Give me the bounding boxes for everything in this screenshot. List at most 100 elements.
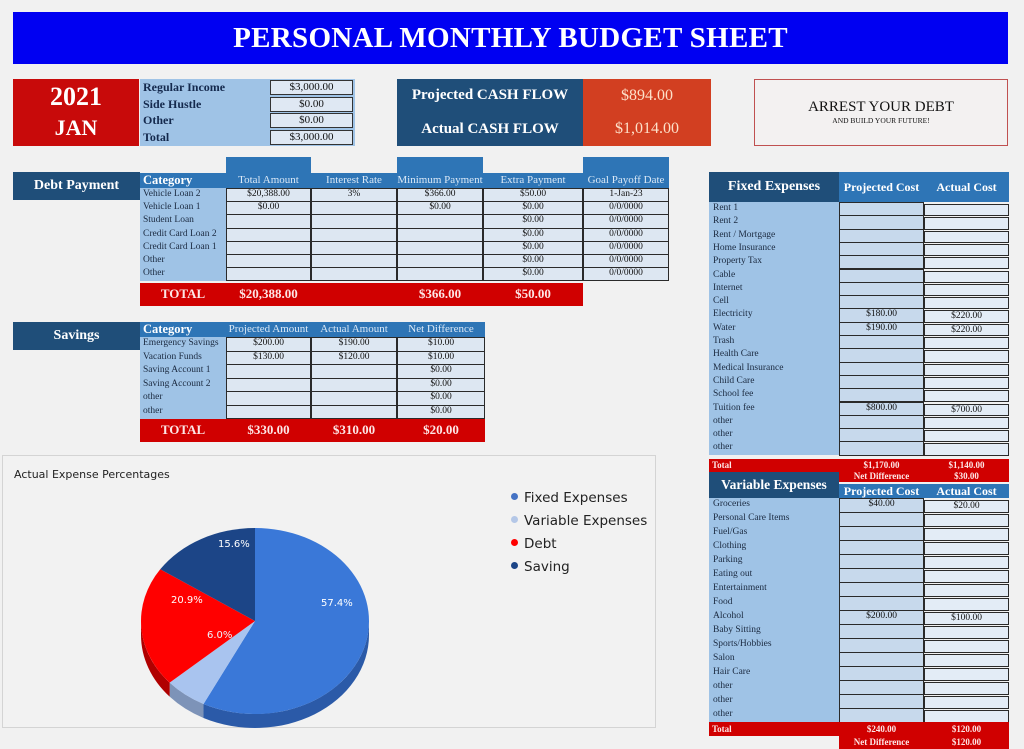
variable-cell-actual[interactable] bbox=[924, 682, 1009, 695]
savings-cell-actual[interactable] bbox=[311, 377, 397, 392]
fixed-cell-projected[interactable] bbox=[839, 374, 924, 390]
savings-cell-net[interactable]: $10.00 bbox=[397, 350, 485, 365]
debt-cell-extra[interactable]: $0.00 bbox=[483, 214, 583, 229]
fixed-cell-actual[interactable] bbox=[924, 350, 1009, 363]
fixed-cell-actual[interactable] bbox=[924, 283, 1009, 297]
savings-cell-net[interactable]: $10.00 bbox=[397, 337, 485, 352]
fixed-cell-actual[interactable] bbox=[924, 270, 1009, 283]
fixed-cell-actual[interactable] bbox=[924, 257, 1009, 270]
savings-cell-actual[interactable]: $190.00 bbox=[311, 337, 397, 352]
debt-cell-total[interactable] bbox=[226, 214, 311, 229]
debt-cell-total[interactable]: $20,388.00 bbox=[226, 188, 311, 203]
fixed-cell-actual[interactable] bbox=[924, 243, 1009, 257]
debt-cell-extra[interactable]: $50.00 bbox=[483, 188, 583, 203]
income-value[interactable]: $3,000.00 bbox=[270, 80, 353, 95]
variable-cell-projected[interactable] bbox=[839, 568, 924, 583]
variable-cell-actual[interactable] bbox=[924, 654, 1009, 667]
debt-cell-minimum[interactable] bbox=[397, 240, 483, 255]
variable-cell-actual[interactable] bbox=[924, 570, 1009, 583]
fixed-cell-projected[interactable]: $800.00 bbox=[839, 401, 924, 416]
savings-cell-actual[interactable] bbox=[311, 364, 397, 379]
variable-cell-projected[interactable] bbox=[839, 554, 924, 569]
fixed-cell-projected[interactable] bbox=[839, 281, 924, 297]
variable-cell-actual[interactable] bbox=[924, 598, 1009, 611]
savings-cell-net[interactable]: $0.00 bbox=[397, 404, 485, 419]
income-value[interactable]: $0.00 bbox=[270, 96, 353, 112]
debt-cell-goal[interactable]: 1-Jan-23 bbox=[583, 188, 669, 203]
fixed-cell-projected[interactable]: $180.00 bbox=[839, 308, 924, 323]
fixed-cell-actual[interactable] bbox=[924, 430, 1009, 443]
fixed-cell-actual[interactable] bbox=[924, 337, 1009, 350]
variable-cell-projected[interactable] bbox=[839, 582, 924, 597]
debt-cell-goal[interactable]: 0/0/0000 bbox=[583, 227, 669, 242]
variable-cell-projected[interactable] bbox=[839, 638, 924, 653]
fixed-cell-projected[interactable] bbox=[839, 268, 924, 283]
debt-cell-minimum[interactable]: $0.00 bbox=[397, 201, 483, 216]
fixed-cell-actual[interactable] bbox=[924, 376, 1009, 390]
debt-cell-minimum[interactable]: $366.00 bbox=[397, 188, 483, 203]
fixed-cell-projected[interactable] bbox=[839, 388, 924, 403]
fixed-cell-projected[interactable] bbox=[839, 335, 924, 350]
fixed-cell-projected[interactable] bbox=[839, 228, 924, 243]
variable-cell-actual[interactable] bbox=[924, 640, 1009, 653]
fixed-cell-actual[interactable]: $700.00 bbox=[924, 403, 1009, 416]
variable-cell-actual[interactable] bbox=[924, 584, 1009, 597]
variable-cell-actual[interactable] bbox=[924, 668, 1009, 681]
debt-cell-rate[interactable] bbox=[311, 240, 397, 255]
debt-cell-extra[interactable]: $0.00 bbox=[483, 227, 583, 242]
variable-cell-actual[interactable]: $100.00 bbox=[924, 612, 1009, 625]
debt-cell-extra[interactable]: $0.00 bbox=[483, 240, 583, 255]
fixed-cell-projected[interactable] bbox=[839, 202, 924, 217]
fixed-cell-actual[interactable]: $220.00 bbox=[924, 310, 1009, 323]
fixed-cell-projected[interactable] bbox=[839, 414, 924, 430]
variable-cell-projected[interactable] bbox=[839, 694, 924, 709]
savings-cell-actual[interactable] bbox=[311, 404, 397, 419]
fixed-cell-actual[interactable] bbox=[924, 443, 1009, 456]
debt-cell-total[interactable] bbox=[226, 227, 311, 242]
debt-cell-minimum[interactable] bbox=[397, 214, 483, 229]
fixed-cell-projected[interactable] bbox=[839, 241, 924, 257]
savings-cell-net[interactable]: $0.00 bbox=[397, 377, 485, 392]
variable-cell-projected[interactable] bbox=[839, 666, 924, 681]
debt-cell-minimum[interactable] bbox=[397, 267, 483, 282]
savings-cell-projected[interactable] bbox=[226, 391, 311, 406]
savings-cell-net[interactable]: $0.00 bbox=[397, 391, 485, 406]
variable-cell-projected[interactable] bbox=[839, 512, 924, 527]
variable-cell-projected[interactable] bbox=[839, 708, 924, 723]
fixed-cell-actual[interactable] bbox=[924, 416, 1009, 430]
fixed-cell-actual[interactable] bbox=[924, 230, 1009, 243]
variable-cell-projected[interactable] bbox=[839, 652, 924, 667]
variable-cell-projected[interactable] bbox=[839, 680, 924, 695]
variable-cell-actual[interactable] bbox=[924, 626, 1009, 639]
debt-cell-goal[interactable]: 0/0/0000 bbox=[583, 240, 669, 255]
fixed-cell-projected[interactable] bbox=[839, 428, 924, 443]
debt-cell-minimum[interactable] bbox=[397, 227, 483, 242]
debt-cell-goal[interactable]: 0/0/0000 bbox=[583, 267, 669, 282]
savings-cell-projected[interactable] bbox=[226, 364, 311, 379]
debt-cell-rate[interactable] bbox=[311, 227, 397, 242]
savings-cell-actual[interactable]: $120.00 bbox=[311, 350, 397, 365]
debt-cell-goal[interactable]: 0/0/0000 bbox=[583, 254, 669, 269]
fixed-cell-projected[interactable] bbox=[839, 361, 924, 376]
savings-cell-projected[interactable] bbox=[226, 377, 311, 392]
variable-cell-actual[interactable] bbox=[924, 528, 1009, 541]
variable-cell-actual[interactable] bbox=[924, 514, 1009, 527]
debt-cell-rate[interactable]: 3% bbox=[311, 188, 397, 203]
fixed-cell-actual[interactable] bbox=[924, 390, 1009, 403]
variable-cell-actual[interactable] bbox=[924, 556, 1009, 569]
variable-cell-actual[interactable] bbox=[924, 696, 1009, 709]
savings-cell-net[interactable]: $0.00 bbox=[397, 364, 485, 379]
fixed-cell-projected[interactable] bbox=[839, 295, 924, 310]
fixed-cell-actual[interactable] bbox=[924, 217, 1009, 230]
variable-cell-projected[interactable] bbox=[839, 540, 924, 555]
savings-cell-actual[interactable] bbox=[311, 391, 397, 406]
debt-cell-total[interactable] bbox=[226, 267, 311, 282]
debt-cell-minimum[interactable] bbox=[397, 254, 483, 269]
variable-cell-projected[interactable] bbox=[839, 526, 924, 541]
debt-cell-rate[interactable] bbox=[311, 201, 397, 216]
fixed-cell-actual[interactable]: $220.00 bbox=[924, 323, 1009, 336]
debt-cell-rate[interactable] bbox=[311, 254, 397, 269]
debt-cell-goal[interactable]: 0/0/0000 bbox=[583, 201, 669, 216]
savings-cell-projected[interactable]: $200.00 bbox=[226, 337, 311, 352]
debt-cell-goal[interactable]: 0/0/0000 bbox=[583, 214, 669, 229]
